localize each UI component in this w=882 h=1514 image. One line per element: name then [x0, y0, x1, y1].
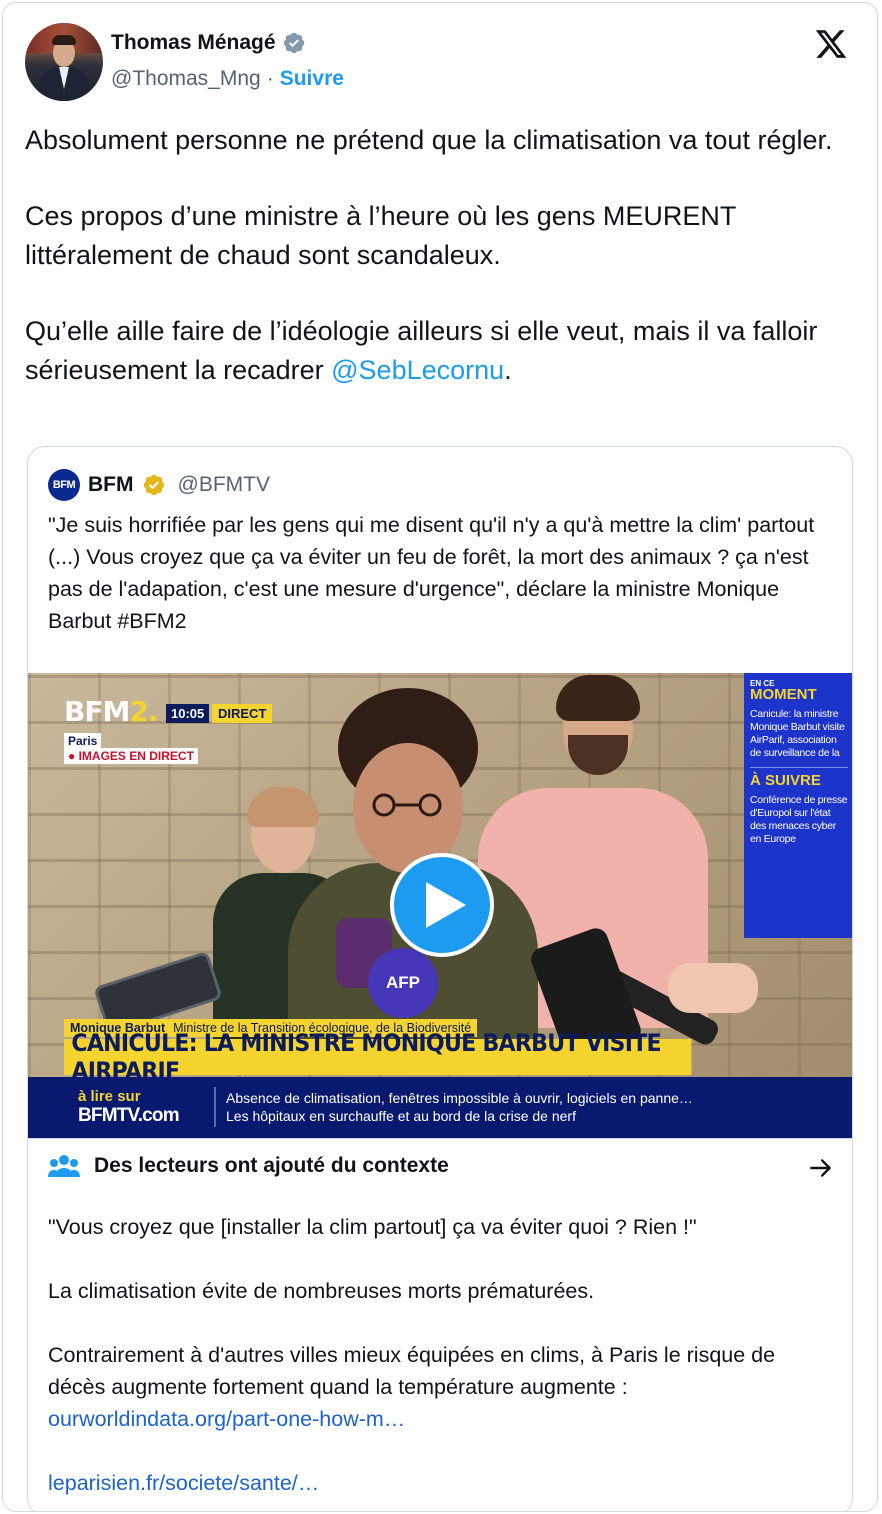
sidebar-next-label: À SUIVRE: [750, 772, 821, 789]
verified-badge-icon: [283, 32, 304, 54]
author-handle[interactable]: @Thomas_Mng: [111, 67, 261, 91]
quoted-author-name[interactable]: BFM: [88, 473, 134, 497]
video-hand: [668, 963, 758, 1013]
tweet-card[interactable]: Thomas Ménagé @Thomas_Mng · Suivre Absol…: [2, 2, 878, 1512]
x-logo-icon[interactable]: [813, 27, 849, 61]
ticker-text: Absence de climatisation, fenêtres impos…: [226, 1089, 693, 1125]
quoted-tweet-header: BFM BFM @BFMTV: [48, 469, 270, 501]
broadcast-time: 10:05: [166, 704, 210, 723]
note-line-3: Contrairement à d'autres villes mieux éq…: [48, 1343, 776, 1399]
read-on-label: à lire sur: [78, 1088, 141, 1105]
tweet-paragraph-3: Qu’elle aille faire de l’idéologie aille…: [25, 312, 855, 390]
sidebar-moment-label: MOMENT: [750, 686, 817, 703]
ticker-line-2: Les hôpitaux en surchauffe et au bord de…: [226, 1108, 576, 1124]
note-line-2: La climatisation évite de nombreuses mor…: [48, 1279, 595, 1303]
quoted-tweet[interactable]: BFM BFM @BFMTV "Je suis horrifiée par le…: [27, 446, 853, 1511]
microphone-afp: AFP: [368, 948, 438, 1018]
tweet-text: Absolument personne ne prétend que la cl…: [25, 121, 855, 390]
ticker-line-1: Absence de climatisation, fenêtres impos…: [226, 1090, 693, 1106]
tweet-paragraph-2: Ces propos d’une ministre à l’heure où l…: [25, 201, 736, 270]
author-display-name[interactable]: Thomas Ménagé: [111, 31, 276, 55]
mention-link[interactable]: @SebLecornu: [331, 355, 504, 385]
quoted-author-handle[interactable]: @BFMTV: [178, 473, 270, 497]
community-note-header: Des lecteurs ont ajouté du contexte: [48, 1153, 449, 1179]
quoted-tweet-text: "Je suis horrifiée par les gens qui me d…: [48, 513, 815, 633]
author-handle-row: @Thomas_Mng · Suivre: [111, 67, 344, 91]
arrow-right-icon[interactable]: [808, 1155, 834, 1181]
tweet-paragraph-1: Absolument personne ne prétend que la cl…: [25, 125, 833, 155]
community-note-title: Des lecteurs ont ajouté du contexte: [94, 1154, 449, 1177]
bfm2-channel-logo: BFM2.: [64, 695, 158, 728]
video-player[interactable]: AFP BFM2. 10:05 DIRECT Paris ● IMAGES EN…: [28, 673, 852, 1138]
sidebar-moment-text: Canicule: la ministre Monique Barbut vis…: [750, 708, 845, 759]
note-link-leparisien[interactable]: leparisien.fr/societe/sante/…: [48, 1467, 838, 1499]
news-sidebar: EN CE MOMENT Canicule: la ministre Moniq…: [744, 673, 852, 938]
bfm-avatar[interactable]: BFM: [48, 469, 80, 501]
author-name-row: Thomas Ménagé: [111, 31, 306, 55]
tweet-paragraph-3-end: .: [504, 355, 512, 385]
headline-strip: CANICULE: LA MINISTRE MONIQUE BARBUT VIS…: [64, 1029, 692, 1085]
live-images-label: ● IMAGES EN DIRECT: [64, 748, 198, 764]
gold-verified-badge-icon: [143, 474, 164, 496]
author-avatar[interactable]: [25, 23, 103, 101]
location-label: Paris: [64, 733, 102, 749]
play-button[interactable]: [390, 853, 494, 957]
community-note-body: "Vous croyez que [installer la clim part…: [48, 1211, 838, 1499]
read-site-label: BFMTV.com: [78, 1105, 180, 1126]
follow-button[interactable]: Suivre: [280, 67, 344, 91]
note-line-1: "Vous croyez que [installer la clim part…: [48, 1215, 697, 1239]
play-icon: [426, 882, 466, 928]
people-icon: [48, 1155, 80, 1177]
live-label: DIRECT: [212, 704, 273, 723]
news-ticker: à lire sur BFMTV.com Absence de climatis…: [28, 1077, 852, 1138]
community-note[interactable]: Des lecteurs ont ajouté du contexte "Vou…: [28, 1138, 852, 1511]
separator-dot: ·: [266, 67, 274, 90]
note-link-ourworldindata[interactable]: ourworldindata.org/part-one-how-m…: [48, 1403, 838, 1435]
sidebar-next-text: Conférence de presse d'Europol sur l'éta…: [750, 794, 848, 845]
